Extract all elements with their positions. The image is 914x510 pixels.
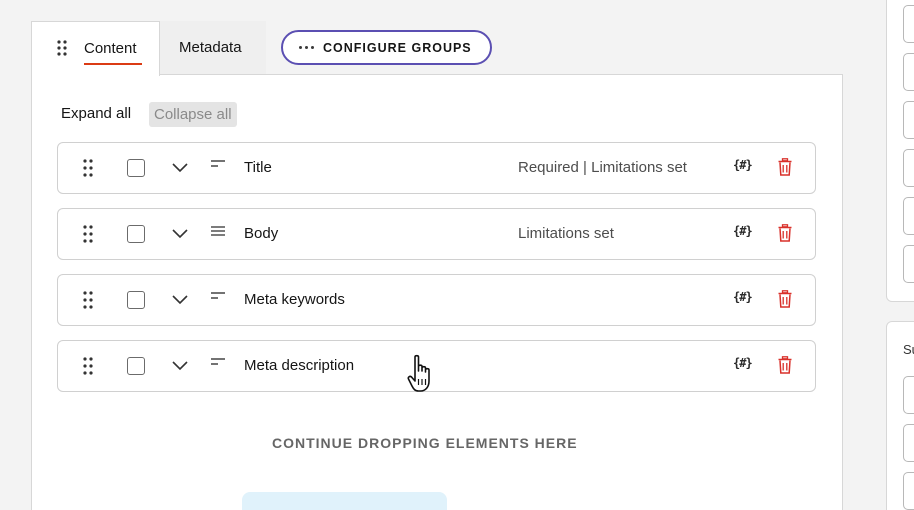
hand-pointer-cursor-icon bbox=[407, 354, 430, 392]
drag-handle-icon[interactable] bbox=[83, 225, 93, 243]
right-side-input[interactable] bbox=[903, 472, 914, 510]
text-short-icon bbox=[211, 292, 225, 299]
tab-metadata-label: Metadata bbox=[179, 39, 242, 56]
select-checkbox[interactable] bbox=[127, 225, 145, 243]
chevron-down-icon[interactable] bbox=[171, 161, 189, 173]
drag-handle-icon[interactable] bbox=[83, 159, 93, 177]
delete-icon[interactable] bbox=[778, 158, 792, 176]
text-short-icon bbox=[211, 358, 225, 365]
select-checkbox[interactable] bbox=[127, 159, 145, 177]
macro-icon[interactable]: {#} bbox=[733, 158, 753, 172]
drop-zone-label: CONTINUE DROPPING ELEMENTS HERE bbox=[272, 435, 578, 451]
right-side-input[interactable] bbox=[903, 424, 914, 462]
tab-content[interactable]: Content bbox=[31, 21, 160, 76]
delete-icon[interactable] bbox=[778, 290, 792, 308]
active-tab-indicator bbox=[84, 63, 142, 65]
drop-zone-target[interactable] bbox=[242, 492, 447, 510]
text-short-icon bbox=[211, 160, 225, 167]
chevron-down-icon[interactable] bbox=[171, 227, 189, 239]
delete-icon[interactable] bbox=[778, 356, 792, 374]
element-name: Title bbox=[244, 159, 272, 176]
select-checkbox[interactable] bbox=[127, 357, 145, 375]
chevron-down-icon[interactable] bbox=[171, 293, 189, 305]
collapse-all-button[interactable]: Collapse all bbox=[149, 102, 237, 127]
expand-all-button[interactable]: Expand all bbox=[61, 105, 131, 122]
element-status: Required | Limitations set bbox=[518, 159, 687, 176]
macro-icon[interactable]: {#} bbox=[733, 356, 753, 370]
chevron-down-icon[interactable] bbox=[171, 359, 189, 371]
right-side-input[interactable] bbox=[903, 5, 914, 43]
element-name: Meta keywords bbox=[244, 291, 345, 308]
right-side-input[interactable] bbox=[903, 197, 914, 235]
drag-handle-icon[interactable] bbox=[83, 357, 93, 375]
right-side-label: Su bbox=[903, 342, 914, 357]
delete-icon[interactable] bbox=[778, 224, 792, 242]
element-row-body[interactable]: Body Limitations set {#} bbox=[57, 208, 816, 260]
macro-icon[interactable]: {#} bbox=[733, 224, 753, 238]
right-side-input[interactable] bbox=[903, 101, 914, 139]
right-side-input[interactable] bbox=[903, 245, 914, 283]
text-long-icon bbox=[211, 226, 225, 236]
configure-groups-label: CONFIGURE GROUPS bbox=[323, 40, 472, 55]
element-row-meta-keywords[interactable]: Meta keywords {#} bbox=[57, 274, 816, 326]
drag-handle-icon[interactable] bbox=[57, 40, 67, 56]
element-status: Limitations set bbox=[518, 225, 614, 242]
right-side-input[interactable] bbox=[903, 376, 914, 414]
right-side-input[interactable] bbox=[903, 53, 914, 91]
more-dots-icon bbox=[299, 46, 314, 49]
tab-metadata[interactable]: Metadata bbox=[160, 21, 266, 74]
element-name: Meta description bbox=[244, 357, 355, 374]
macro-icon[interactable]: {#} bbox=[733, 290, 753, 304]
select-checkbox[interactable] bbox=[127, 291, 145, 309]
element-name: Body bbox=[244, 225, 279, 242]
element-row-title[interactable]: Title Required | Limitations set {#} bbox=[57, 142, 816, 194]
right-side-input[interactable] bbox=[903, 149, 914, 187]
drag-handle-icon[interactable] bbox=[83, 291, 93, 309]
tab-content-label: Content bbox=[84, 40, 137, 57]
configure-groups-button[interactable]: CONFIGURE GROUPS bbox=[281, 30, 492, 65]
